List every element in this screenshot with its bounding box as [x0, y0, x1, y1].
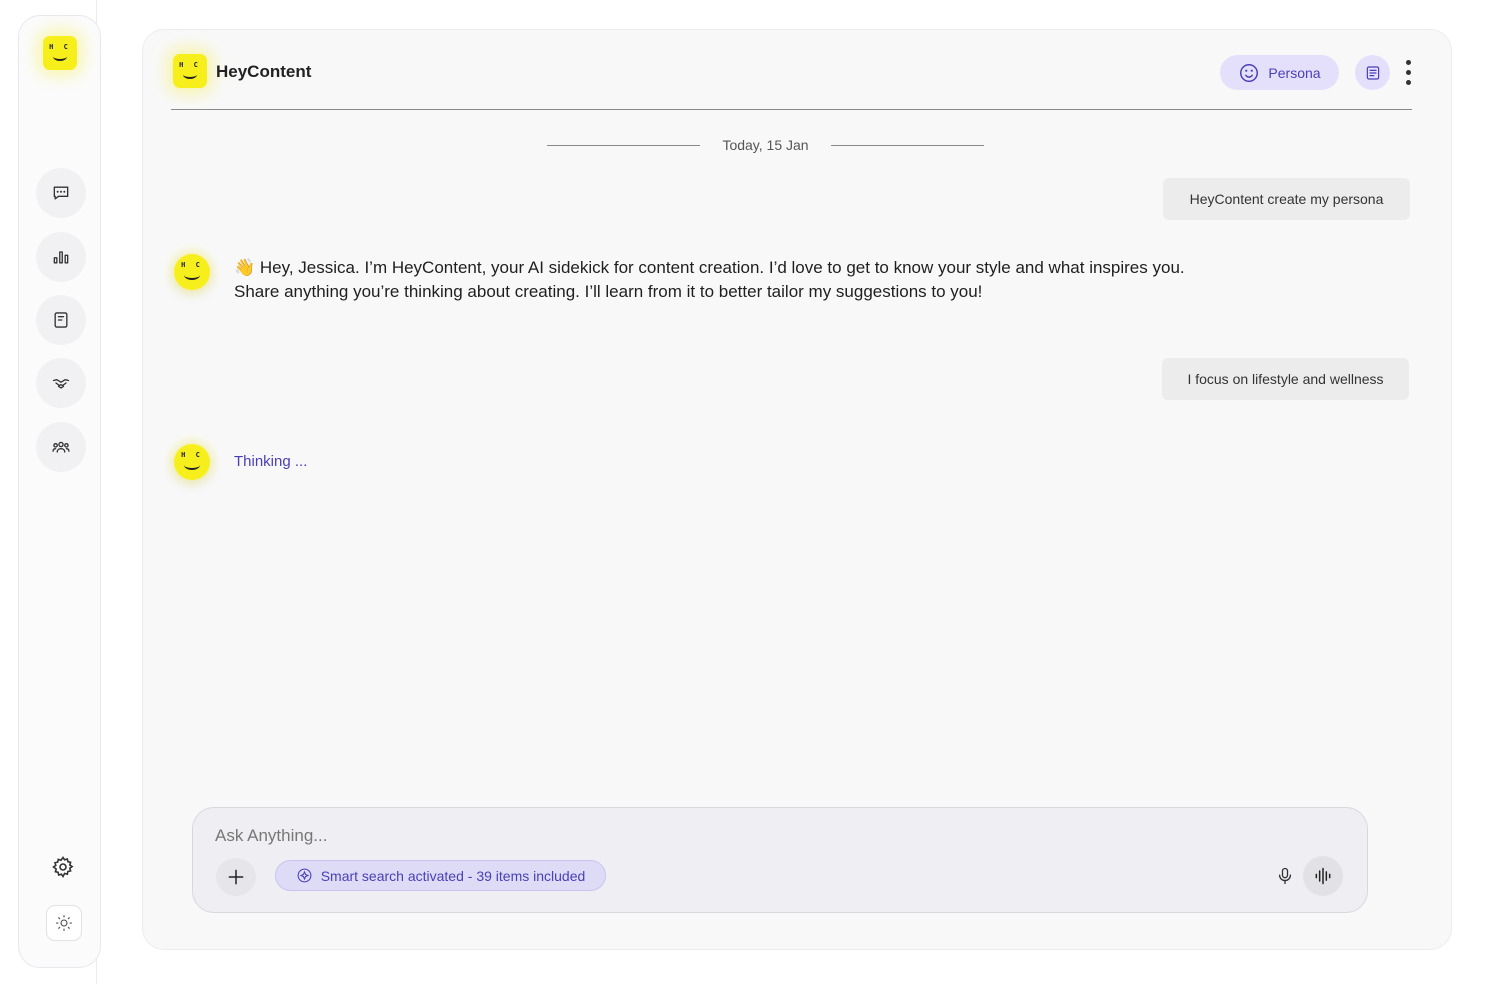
analytics-icon: [53, 251, 69, 264]
app-logo[interactable]: H C: [43, 36, 77, 70]
plus-icon: [228, 869, 244, 885]
theme-toggle[interactable]: [46, 905, 82, 941]
message-composer: Smart search activated - 39 items includ…: [192, 807, 1368, 913]
persona-button[interactable]: Persona: [1220, 55, 1339, 90]
smart-search-chip[interactable]: Smart search activated - 39 items includ…: [275, 860, 606, 891]
message-input[interactable]: [215, 824, 1115, 848]
document-icon: [1366, 65, 1379, 80]
assistant-message: 👋 Hey, Jessica. I’m HeyContent, your AI …: [234, 256, 1364, 304]
chat-icon: [53, 186, 69, 200]
notes-button[interactable]: [1355, 55, 1390, 90]
page-title: HeyContent: [216, 62, 312, 81]
handshake-icon: [52, 379, 70, 389]
kebab-dot: [1405, 59, 1411, 65]
sidebar-item-analytics[interactable]: [36, 232, 86, 282]
smart-search-label: Smart search activated - 39 items includ…: [320, 867, 586, 884]
more-options-button[interactable]: [1400, 57, 1416, 87]
logo-face-icon: H C: [43, 36, 77, 70]
voice-mode-button[interactable]: [1303, 856, 1343, 896]
community-icon: [52, 441, 70, 453]
sidebar-item-partnerships[interactable]: [36, 358, 86, 408]
assistant-avatar: H C: [174, 444, 210, 480]
chat-panel: H C HeyContent Persona Today, 15 Jan Hey…: [142, 29, 1452, 950]
logo-face-icon: H C: [173, 54, 207, 88]
assistant-message-line: Share anything you’re thinking about cre…: [234, 282, 983, 301]
add-attachment-button[interactable]: [216, 858, 256, 896]
sidebar-item-community[interactable]: [36, 422, 86, 472]
logo-letters: H C: [49, 42, 71, 51]
sidebar-item-notes[interactable]: [36, 295, 86, 345]
logo-letters: H C: [181, 261, 203, 270]
settings-button[interactable]: [50, 854, 76, 880]
sidebar-item-chat[interactable]: [36, 168, 86, 218]
gear-icon: [52, 856, 74, 879]
user-message: HeyContent create my persona: [1163, 178, 1410, 220]
date-separator: Today, 15 Jan: [547, 134, 985, 156]
smart-search-icon: [297, 868, 312, 883]
logo-letters: H C: [181, 451, 203, 460]
sidebar: H C: [18, 15, 101, 968]
notebook-icon: [54, 312, 68, 328]
logo-letters: H C: [179, 60, 201, 69]
header-logo: H C: [173, 54, 207, 88]
kebab-dot: [1405, 69, 1411, 75]
logo-face-icon: H C: [174, 254, 210, 290]
header-divider: [171, 109, 1412, 110]
microphone-icon: [1278, 867, 1292, 885]
assistant-message-line: 👋 Hey, Jessica. I’m HeyContent, your AI …: [234, 258, 1185, 277]
assistant-avatar: H C: [174, 254, 210, 290]
audio-waveform-icon: [1315, 867, 1331, 885]
smiley-icon: [1240, 63, 1259, 82]
sun-icon: [55, 914, 73, 932]
thinking-indicator: Thinking ...: [234, 453, 308, 470]
date-label: Today, 15 Jan: [722, 137, 809, 153]
persona-button-label: Persona: [1268, 64, 1321, 81]
microphone-button[interactable]: [1274, 864, 1296, 888]
user-message: I focus on lifestyle and wellness: [1162, 358, 1409, 400]
kebab-dot: [1405, 79, 1411, 85]
logo-face-icon: H C: [174, 444, 210, 480]
